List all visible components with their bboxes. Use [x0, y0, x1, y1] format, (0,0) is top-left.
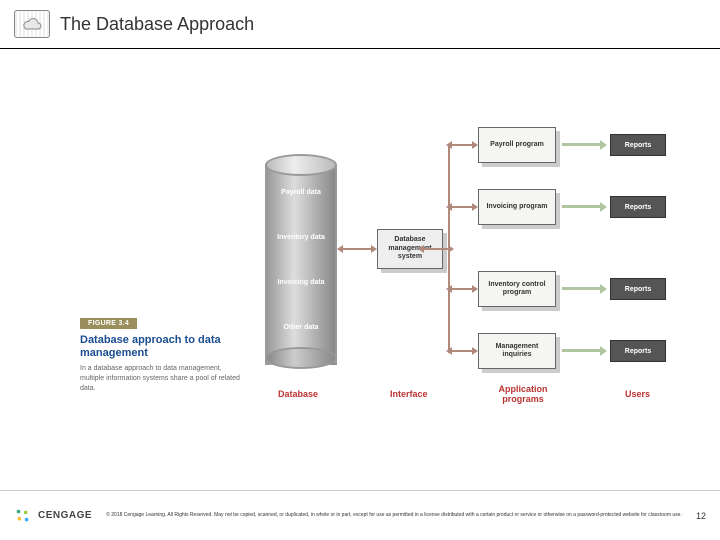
slide-footer: CENGAGE © 2018 Cengage Learning. All Rig…	[0, 490, 720, 540]
figure-caption: FIGURE 3.4 Database approach to data man…	[80, 312, 245, 394]
brand-name: CENGAGE	[38, 510, 92, 521]
arrow-to-app-2	[452, 206, 472, 208]
arrow-app2-user	[562, 205, 600, 208]
cloud-icon	[14, 10, 50, 38]
arrow-app4-user	[562, 349, 600, 352]
cengage-icon	[14, 507, 32, 525]
figure-title: Database approach to data management	[80, 334, 245, 360]
db-seg-payroll: Payroll data	[265, 189, 337, 197]
db-seg-inventory: Inventory data	[265, 234, 337, 242]
database-cylinder: Payroll data Inventory data Invoicing da…	[265, 154, 337, 369]
col-database: Database	[278, 389, 318, 399]
col-apps: Application programs	[488, 384, 558, 404]
user-reports-4: Reports	[610, 340, 666, 362]
figure-badge: FIGURE 3.4	[80, 318, 137, 329]
arrow-to-app-1	[452, 144, 472, 146]
col-interface: Interface	[390, 389, 428, 399]
arrow-to-app-4	[452, 350, 472, 352]
app-inventory: Inventory control program	[478, 271, 556, 307]
page-number: 12	[696, 511, 706, 521]
arrow-db-dbms	[343, 248, 371, 250]
figure-body: In a database approach to data managemen…	[80, 364, 245, 393]
app-payroll: Payroll program	[478, 127, 556, 163]
copyright-text: © 2018 Cengage Learning. All Rights Rese…	[92, 512, 696, 519]
db-seg-other: Other data	[265, 324, 337, 332]
app-management: Management inquiries	[478, 333, 556, 369]
page-title: The Database Approach	[60, 14, 254, 35]
arrow-to-app-3	[452, 288, 472, 290]
user-reports-1: Reports	[610, 134, 666, 156]
arrow-app3-user	[562, 287, 600, 290]
slide-header: The Database Approach	[0, 0, 720, 49]
arrow-dbms-hub	[424, 248, 448, 250]
arrow-app1-user	[562, 143, 600, 146]
db-seg-invoicing: Invoicing data	[265, 279, 337, 287]
col-users: Users	[625, 389, 650, 399]
user-reports-2: Reports	[610, 196, 666, 218]
diagram-area: Payroll data Inventory data Invoicing da…	[0, 49, 720, 479]
user-reports-3: Reports	[610, 278, 666, 300]
app-invoicing: Invoicing program	[478, 189, 556, 225]
